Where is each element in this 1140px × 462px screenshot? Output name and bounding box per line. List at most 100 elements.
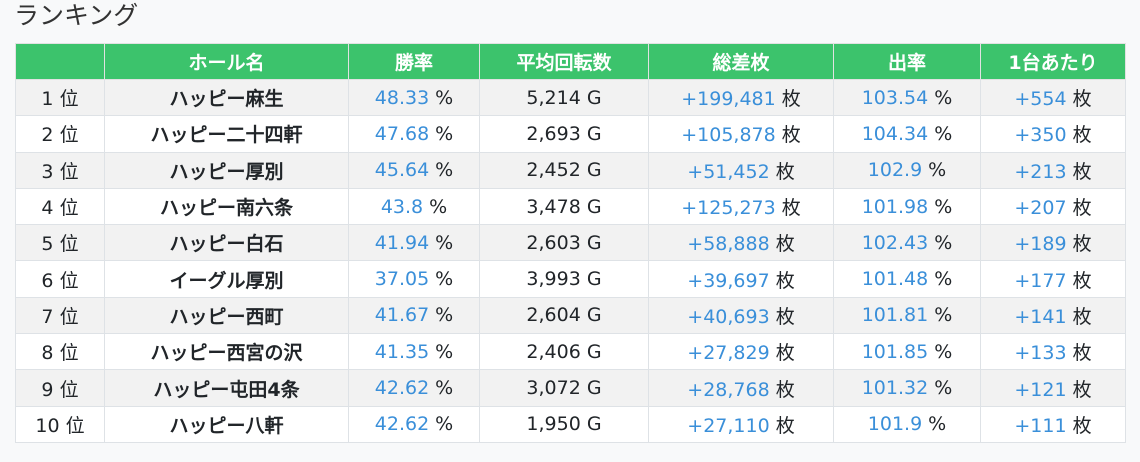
payout-value: 101.81 <box>861 304 929 327</box>
avg-spins-cell: 3,478 G <box>479 187 649 226</box>
per-machine-cell: +350 枚 <box>980 115 1126 153</box>
coin-unit: 枚 <box>1072 269 1092 292</box>
per-machine-value: +177 <box>1014 269 1067 292</box>
total-diff-cell: +58,888 枚 <box>648 224 834 262</box>
payout-cell: 101.32% <box>833 369 981 407</box>
coin-unit: 枚 <box>1072 160 1092 183</box>
coin-unit: 枚 <box>1072 124 1092 147</box>
win-rate-cell: 42.62% <box>348 369 480 407</box>
coin-unit: 枚 <box>1072 414 1092 437</box>
rank-cell: 10 位 <box>15 405 105 443</box>
per-machine-cell: +554 枚 <box>980 78 1126 117</box>
win-rate-value: 42.62 <box>374 413 430 436</box>
rank-cell: 5 位 <box>15 224 105 262</box>
table-row: 7 位ハッピー西町 41.67% 2,604 G +40,693 枚 101.81% +14… <box>15 296 1126 335</box>
total-diff-value: +58,888 <box>687 233 770 256</box>
total-diff-cell: +105,878 枚 <box>648 115 834 153</box>
rank-number: 10 <box>35 414 60 437</box>
table-header-row: ホール名 勝率 平均回転数 総差枚 出率 1台あたり <box>15 43 1126 80</box>
percent-unit: % <box>928 159 947 182</box>
per-machine-value: +141 <box>1014 305 1067 328</box>
payout-value: 104.34 <box>861 122 929 145</box>
percent-unit: % <box>435 122 454 145</box>
win-rate-cell: 43.8% <box>348 187 480 226</box>
payout-value: 101.98 <box>861 195 929 218</box>
total-diff-value: +40,693 <box>687 305 770 328</box>
percent-unit: % <box>934 195 953 218</box>
rank-cell: 8 位 <box>15 333 105 371</box>
coin-unit: 枚 <box>775 160 795 183</box>
percent-unit: % <box>435 340 454 363</box>
win-rate-value: 45.64 <box>374 159 430 182</box>
per-machine-cell: +133 枚 <box>980 333 1126 371</box>
table-row: 4 位ハッピー南六条 43.8% 3,478 G +125,273 枚 101.98% +2… <box>15 187 1126 226</box>
percent-unit: % <box>435 304 454 327</box>
rank-suffix: 位 <box>59 269 79 292</box>
total-diff-value: +27,110 <box>687 414 770 437</box>
table-row: 10 位ハッピー八軒 42.62% 1,950 G +27,110 枚 101.9% +11… <box>15 405 1126 443</box>
rank-suffix: 位 <box>59 160 79 183</box>
table-row: 5 位ハッピー白石 41.94% 2,603 G +58,888 枚 102.43% +18… <box>15 224 1126 262</box>
rank-number: 3 <box>41 160 54 183</box>
coin-unit: 枚 <box>775 378 795 401</box>
percent-unit: % <box>934 340 953 363</box>
hall-name: ハッピー西宮の沢 <box>104 333 349 371</box>
hall-name: イーグル厚別 <box>104 260 349 298</box>
per-machine-value: +213 <box>1014 160 1067 183</box>
total-diff-cell: +27,110 枚 <box>648 405 834 443</box>
percent-unit: % <box>928 413 947 436</box>
win-rate-value: 41.35 <box>374 340 430 363</box>
per-machine-value: +133 <box>1014 342 1067 365</box>
total-diff-cell: +40,693 枚 <box>648 296 834 335</box>
win-rate-cell: 41.94% <box>348 224 480 262</box>
payout-cell: 101.48% <box>833 260 981 298</box>
percent-unit: % <box>934 268 953 291</box>
win-rate-value: 41.67 <box>374 304 430 327</box>
coin-unit: 枚 <box>1072 378 1092 401</box>
rank-suffix: 位 <box>59 197 79 220</box>
total-diff-cell: +27,829 枚 <box>648 333 834 371</box>
percent-unit: % <box>934 304 953 327</box>
hall-name: ハッピー白石 <box>104 224 349 262</box>
win-rate-cell: 41.35% <box>348 333 480 371</box>
hall-name: ハッピー南六条 <box>104 187 349 226</box>
header-win-rate: 勝率 <box>348 43 480 80</box>
avg-spins-cell: 2,452 G <box>479 151 649 189</box>
win-rate-value: 41.94 <box>374 231 430 254</box>
table-row: 8 位ハッピー西宮の沢 41.35% 2,406 G +27,829 枚 101.85% +… <box>15 333 1126 371</box>
rank-cell: 1 位 <box>15 78 105 117</box>
rank-number: 7 <box>41 305 54 328</box>
per-machine-cell: +213 枚 <box>980 151 1126 189</box>
coin-unit: 枚 <box>1072 305 1092 328</box>
percent-unit: % <box>934 231 953 254</box>
rank-number: 9 <box>41 378 54 401</box>
hall-name: ハッピー屯田4条 <box>104 369 349 407</box>
per-machine-value: +207 <box>1014 197 1067 220</box>
header-avg-spins: 平均回転数 <box>479 43 649 80</box>
rank-cell: 4 位 <box>15 187 105 226</box>
table-row: 2 位ハッピー二十四軒 47.68% 2,693 G +105,878 枚 104.34%… <box>15 115 1126 153</box>
total-diff-value: +39,697 <box>687 269 770 292</box>
rank-suffix: 位 <box>59 305 79 328</box>
coin-unit: 枚 <box>781 124 801 147</box>
rank-cell: 3 位 <box>15 151 105 189</box>
coin-unit: 枚 <box>1072 233 1092 256</box>
payout-value: 103.54 <box>861 86 929 109</box>
per-machine-cell: +189 枚 <box>980 224 1126 262</box>
per-machine-value: +121 <box>1014 378 1067 401</box>
payout-value: 101.85 <box>861 340 929 363</box>
per-machine-value: +350 <box>1014 124 1067 147</box>
total-diff-value: +199,481 <box>681 88 776 111</box>
payout-value: 101.48 <box>861 268 929 291</box>
percent-unit: % <box>435 377 454 400</box>
percent-unit: % <box>429 195 448 218</box>
coin-unit: 枚 <box>1072 88 1092 111</box>
header-payout-rate: 出率 <box>833 43 981 80</box>
coin-unit: 枚 <box>775 414 795 437</box>
avg-spins-cell: 2,603 G <box>479 224 649 262</box>
rank-number: 2 <box>41 124 54 147</box>
rank-number: 5 <box>41 233 54 256</box>
coin-unit: 枚 <box>775 342 795 365</box>
per-machine-value: +554 <box>1014 88 1067 111</box>
rank-suffix: 位 <box>59 124 79 147</box>
